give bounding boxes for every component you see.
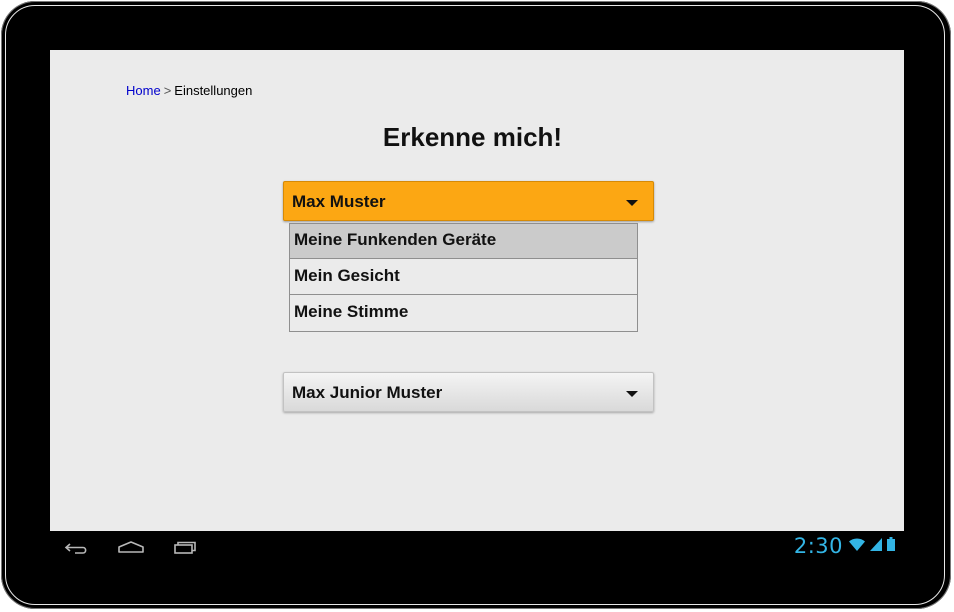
chevron-down-icon: [626, 200, 638, 206]
app-screen: Home > Einstellungen Erkenne mich! Max Mus…: [50, 50, 904, 562]
user-dropdown-max-muster[interactable]: Max Muster: [283, 181, 654, 221]
breadcrumb-separator: >: [163, 83, 172, 98]
user-dropdown-label: Max Muster: [292, 192, 386, 211]
option-funkende-geraete[interactable]: Meine Funkenden Geräte: [290, 224, 637, 259]
clock: 2:30: [793, 534, 843, 558]
user-dropdown-max-junior-muster[interactable]: Max Junior Muster: [283, 372, 654, 412]
recognition-options-list: Meine Funkenden Geräte Mein Gesicht Mein…: [289, 223, 638, 332]
breadcrumb-current: Einstellungen: [174, 83, 253, 98]
system-navigation-bar: 2:30: [50, 531, 904, 562]
breadcrumb: Home > Einstellungen: [126, 83, 252, 98]
recent-apps-icon[interactable]: [170, 537, 200, 557]
user-dropdown-label: Max Junior Muster: [292, 383, 443, 402]
home-icon[interactable]: [116, 537, 146, 557]
page-title: Erkenne mich!: [382, 122, 563, 152]
wifi-icon: [848, 536, 866, 557]
option-gesicht[interactable]: Mein Gesicht: [290, 259, 637, 295]
back-icon[interactable]: [62, 537, 92, 557]
signal-icon: [869, 536, 883, 557]
status-area: 2:30: [794, 535, 896, 557]
chevron-down-icon: [626, 391, 638, 397]
option-stimme[interactable]: Meine Stimme: [290, 295, 637, 331]
breadcrumb-home-link[interactable]: Home: [126, 83, 161, 98]
battery-icon: [886, 536, 896, 557]
